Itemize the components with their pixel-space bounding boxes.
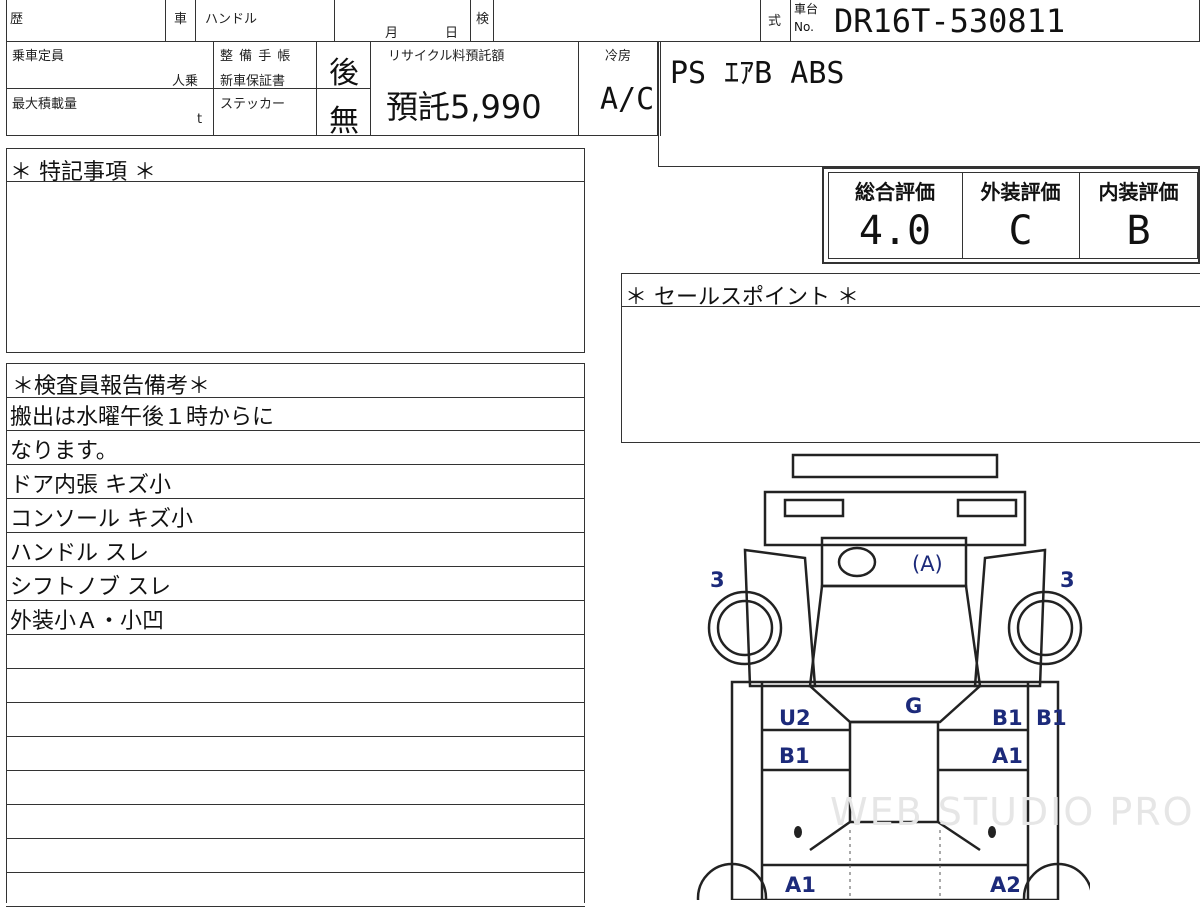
remark-line-empty bbox=[6, 737, 585, 771]
month-label: 月 bbox=[385, 26, 399, 41]
day-label: 日 bbox=[445, 26, 459, 41]
sales-points-title: ＊ セールスポイント ＊ bbox=[625, 285, 859, 310]
label-rear-right-a2: A2 bbox=[990, 873, 1021, 897]
warranty-label: 新車保証書 bbox=[220, 74, 286, 89]
label-hood: (A) bbox=[912, 552, 943, 576]
remark-line-empty bbox=[6, 873, 585, 907]
remark-line: 外装小Ａ・小凹 bbox=[6, 601, 585, 635]
interior-rating-value: B bbox=[1126, 208, 1151, 254]
recycle-label: リサイクル料預託額 bbox=[388, 49, 505, 64]
inspector-remarks-title: ＊検査員報告備考＊ bbox=[12, 374, 211, 399]
chassis-label-top: 車台 bbox=[794, 2, 819, 16]
capacity-unit: 人乗 bbox=[172, 74, 199, 89]
sticker-value: 無 bbox=[329, 104, 359, 139]
remark-line: なります。 bbox=[6, 431, 585, 465]
special-notes-title: ＊ 特記事項 ＊ bbox=[10, 160, 156, 185]
ac-label: 冷房 bbox=[605, 49, 632, 64]
chassis-label-bottom: No. bbox=[794, 20, 814, 34]
exterior-rating-value: C bbox=[1008, 208, 1033, 254]
label-front-right-tire: 3 bbox=[1060, 568, 1075, 592]
remark-line: シフトノブ スレ bbox=[6, 567, 585, 601]
label-right-a1: A1 bbox=[992, 744, 1023, 768]
car-label: 車 bbox=[174, 12, 188, 27]
overall-rating-value: 4.0 bbox=[858, 208, 932, 254]
remark-line-empty bbox=[6, 805, 585, 839]
label-rear-left-a1: A1 bbox=[785, 873, 816, 897]
front-right-tire bbox=[1007, 590, 1083, 666]
remark-line: ハンドル スレ bbox=[6, 533, 585, 567]
sticker-label: ステッカー bbox=[220, 97, 286, 112]
remark-line-empty bbox=[6, 703, 585, 737]
equipment-text: PS ｴｱB ABS bbox=[670, 56, 845, 91]
maintenance-label: 整 備 手 帳 bbox=[220, 49, 292, 64]
type-label: 式 bbox=[768, 14, 782, 29]
max-load-label: 最大積載量 bbox=[12, 97, 78, 112]
capacity-label: 乗車定員 bbox=[12, 49, 65, 64]
label-windshield: G bbox=[905, 694, 923, 718]
handle-label: ハンドル bbox=[205, 12, 258, 27]
label-front-left-tire: 3 bbox=[710, 568, 725, 592]
overall-rating-label: 総合評価 bbox=[855, 180, 935, 204]
chassis-number: DR16T-530811 bbox=[834, 2, 1066, 40]
label-right-b1-a: B1 bbox=[992, 706, 1023, 730]
label-left-u2: U2 bbox=[779, 706, 811, 730]
max-load-unit: t bbox=[197, 112, 203, 127]
remark-line: ドア内張 キズ小 bbox=[6, 465, 585, 499]
remark-line: コンソール キズ小 bbox=[6, 499, 585, 533]
remark-line-empty bbox=[6, 771, 585, 805]
windshield-area bbox=[808, 584, 982, 688]
label-right-b1-b: B1 bbox=[1036, 706, 1067, 730]
inspection-label: 検 bbox=[476, 12, 490, 27]
history-label: 歴 bbox=[10, 12, 24, 27]
interior-rating-label: 内装評価 bbox=[1098, 180, 1179, 204]
recycle-value: 預託5,990 bbox=[386, 88, 542, 126]
front-bumper bbox=[791, 453, 999, 479]
watermark: WEB STUDIO PRO bbox=[830, 790, 1195, 834]
exterior-rating-label: 外装評価 bbox=[980, 180, 1061, 204]
front-left-tire bbox=[707, 590, 783, 666]
label-left-b1: B1 bbox=[779, 744, 810, 768]
remark-line: 搬出は水曜午後１時からに bbox=[6, 397, 585, 431]
remark-line-empty bbox=[6, 839, 585, 873]
remark-line-empty bbox=[6, 669, 585, 703]
remark-line-empty bbox=[6, 635, 585, 669]
maintenance-value: 後 bbox=[329, 56, 359, 91]
ac-value: A/C bbox=[600, 82, 655, 117]
